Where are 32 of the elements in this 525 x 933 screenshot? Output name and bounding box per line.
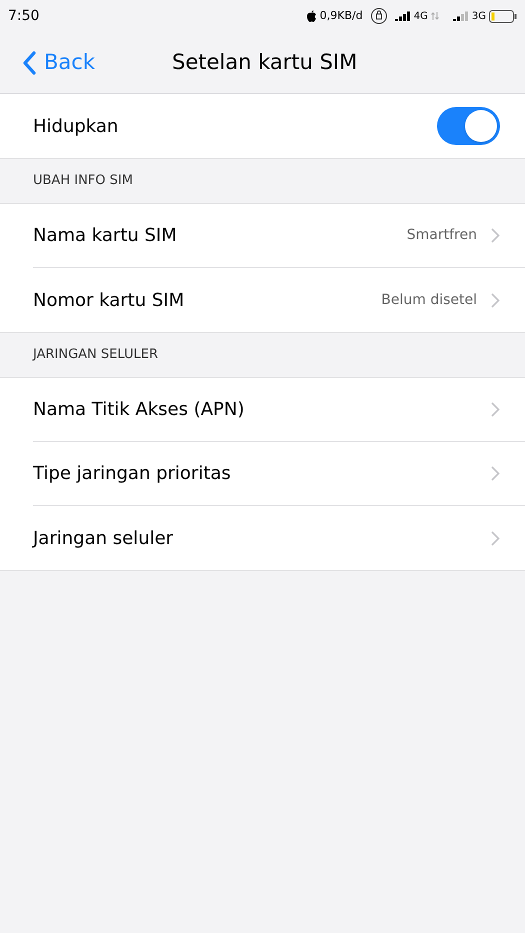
signal-icon [394,11,411,21]
chevron-icon [491,292,500,308]
list-item[interactable]: Jaringan seluler [33,506,525,570]
signal-icon [452,11,469,21]
status-time: 7:50 [8,6,40,26]
section-header: UBAH INFO SIM [33,172,133,190]
back-chevron-icon [22,50,36,74]
chevron-icon [491,228,500,243]
data-rate: 0,9KB/d [320,8,363,24]
section-header: JARINGAN SELULER [33,346,158,364]
chevron-icon [491,466,500,481]
network-type: 3G [472,10,486,24]
item-value: Belum disetel [381,290,477,310]
list-item[interactable]: Nama Titik Akses (APN) [33,378,525,442]
chevron-icon [491,530,500,546]
data-arrows-icon [430,11,439,21]
item-label: Jaringan seluler [33,526,174,550]
page-title: Setelan kartu SIM [172,48,358,76]
item-label: Nama Titik Akses (APN) [33,398,244,422]
toggle-label: Hidupkan [33,114,118,138]
apple-icon [306,10,317,22]
item-label: Nomor kartu SIM [33,288,184,312]
list-item[interactable]: Tipe jaringan prioritas [33,442,525,506]
chevron-icon [491,402,500,417]
item-label: Nama kartu SIM [33,224,177,248]
item-label: Tipe jaringan prioritas [33,462,231,486]
battery-icon [489,10,517,22]
toggle-switch[interactable] [437,107,500,145]
network-type: 4G [414,10,428,24]
item-value: Smartfren [406,226,477,245]
list-item[interactable]: Nomor kartu SIM Belum disetel [33,268,525,332]
list-item[interactable]: Nama kartu SIM Smartfren [33,204,525,268]
